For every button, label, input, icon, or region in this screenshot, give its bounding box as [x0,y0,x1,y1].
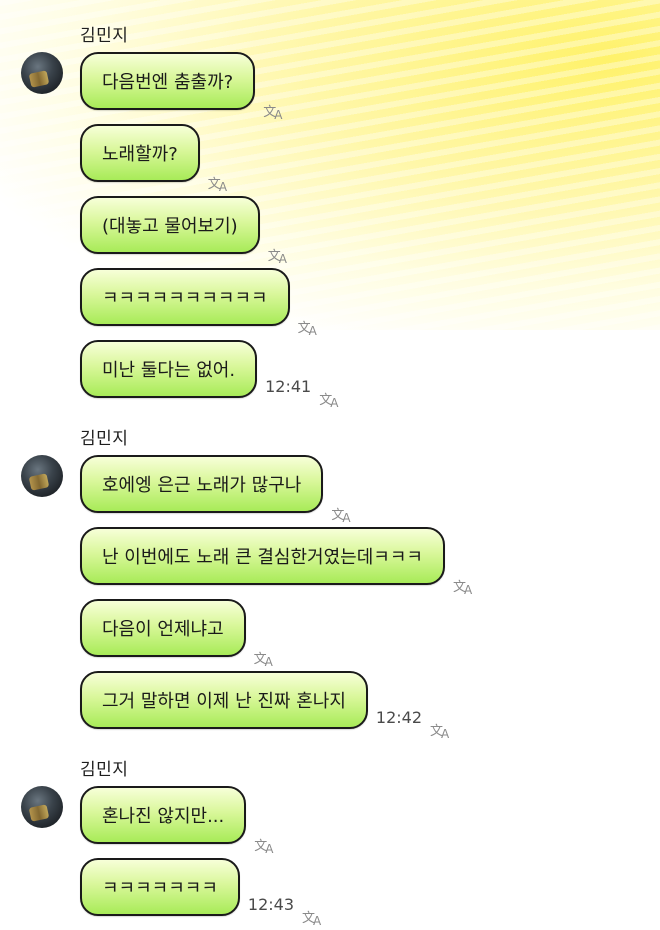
message-row: 난 이번에도 노래 큰 결심한거였는데ㅋㅋㅋ 文A [80,527,472,597]
message-timestamp: 12:41 [265,377,312,396]
message-row: (대놓고 물어보기) 文A [80,196,287,266]
message-bubble[interactable]: 노래할까? [80,124,200,182]
message-bubble[interactable]: 난 이번에도 노래 큰 결심한거였는데ㅋㅋㅋ [80,527,445,585]
avatar[interactable] [21,52,63,94]
sender-name: 김민지 [80,26,129,46]
message-bubble[interactable]: 다음번엔 춤출까? [80,52,256,110]
message-bubble[interactable]: 미난 둘다는 없어. [80,340,258,398]
message-bubble[interactable]: 혼나진 않지만... [80,786,247,844]
translate-icon[interactable]: 文A [254,648,273,669]
message-timestamp: 12:42 [375,708,422,727]
translate-icon[interactable]: 文A [453,576,472,597]
message-row: ㅋㅋㅋㅋㅋㅋㅋ 12:43 文A [80,858,321,928]
translate-icon[interactable]: 文A [430,720,449,741]
translate-icon[interactable]: 文A [208,173,227,194]
translate-icon[interactable]: 文A [254,835,273,856]
avatar[interactable] [21,455,63,497]
message-bubble[interactable]: ㅋㅋㅋㅋㅋㅋㅋ [80,858,240,916]
message-bubble[interactable]: 호에엥 은근 노래가 많구나 [80,455,324,513]
translate-icon[interactable]: 文A [302,907,321,928]
translate-icon[interactable]: 文A [263,101,282,122]
translate-icon[interactable]: 文A [331,504,350,525]
message-row: 다음이 언제냐고 文A [80,599,273,669]
message-bubble[interactable]: 다음이 언제냐고 [80,599,246,657]
sender-name: 김민지 [80,760,129,780]
message-row: 노래할까? 文A [80,124,227,194]
translate-icon[interactable]: 文A [298,317,317,338]
message-timestamp: 12:43 [247,895,295,914]
sender-name: 김민지 [80,429,129,449]
message-row: 다음번엔 춤출까? 文A [80,52,283,122]
message-bubble[interactable]: ㅋㅋㅋㅋㅋㅋㅋㅋㅋㅋ [80,268,290,326]
message-bubble[interactable]: 그거 말하면 이제 난 진짜 혼나지 [80,671,368,729]
message-row: 호에엥 은근 노래가 많구나 文A [80,455,351,525]
translate-icon[interactable]: 文A [319,389,338,410]
message-row: 그거 말하면 이제 난 진짜 혼나지 12:42 文A [80,671,449,741]
avatar[interactable] [21,786,63,828]
message-bubble[interactable]: (대놓고 물어보기) [80,196,260,254]
message-row: 미난 둘다는 없어. 12:41 文A [80,340,339,410]
message-row: 혼나진 않지만... 文A [80,786,274,856]
message-row: ㅋㅋㅋㅋㅋㅋㅋㅋㅋㅋ 文A [80,268,317,338]
translate-icon[interactable]: 文A [268,245,287,266]
